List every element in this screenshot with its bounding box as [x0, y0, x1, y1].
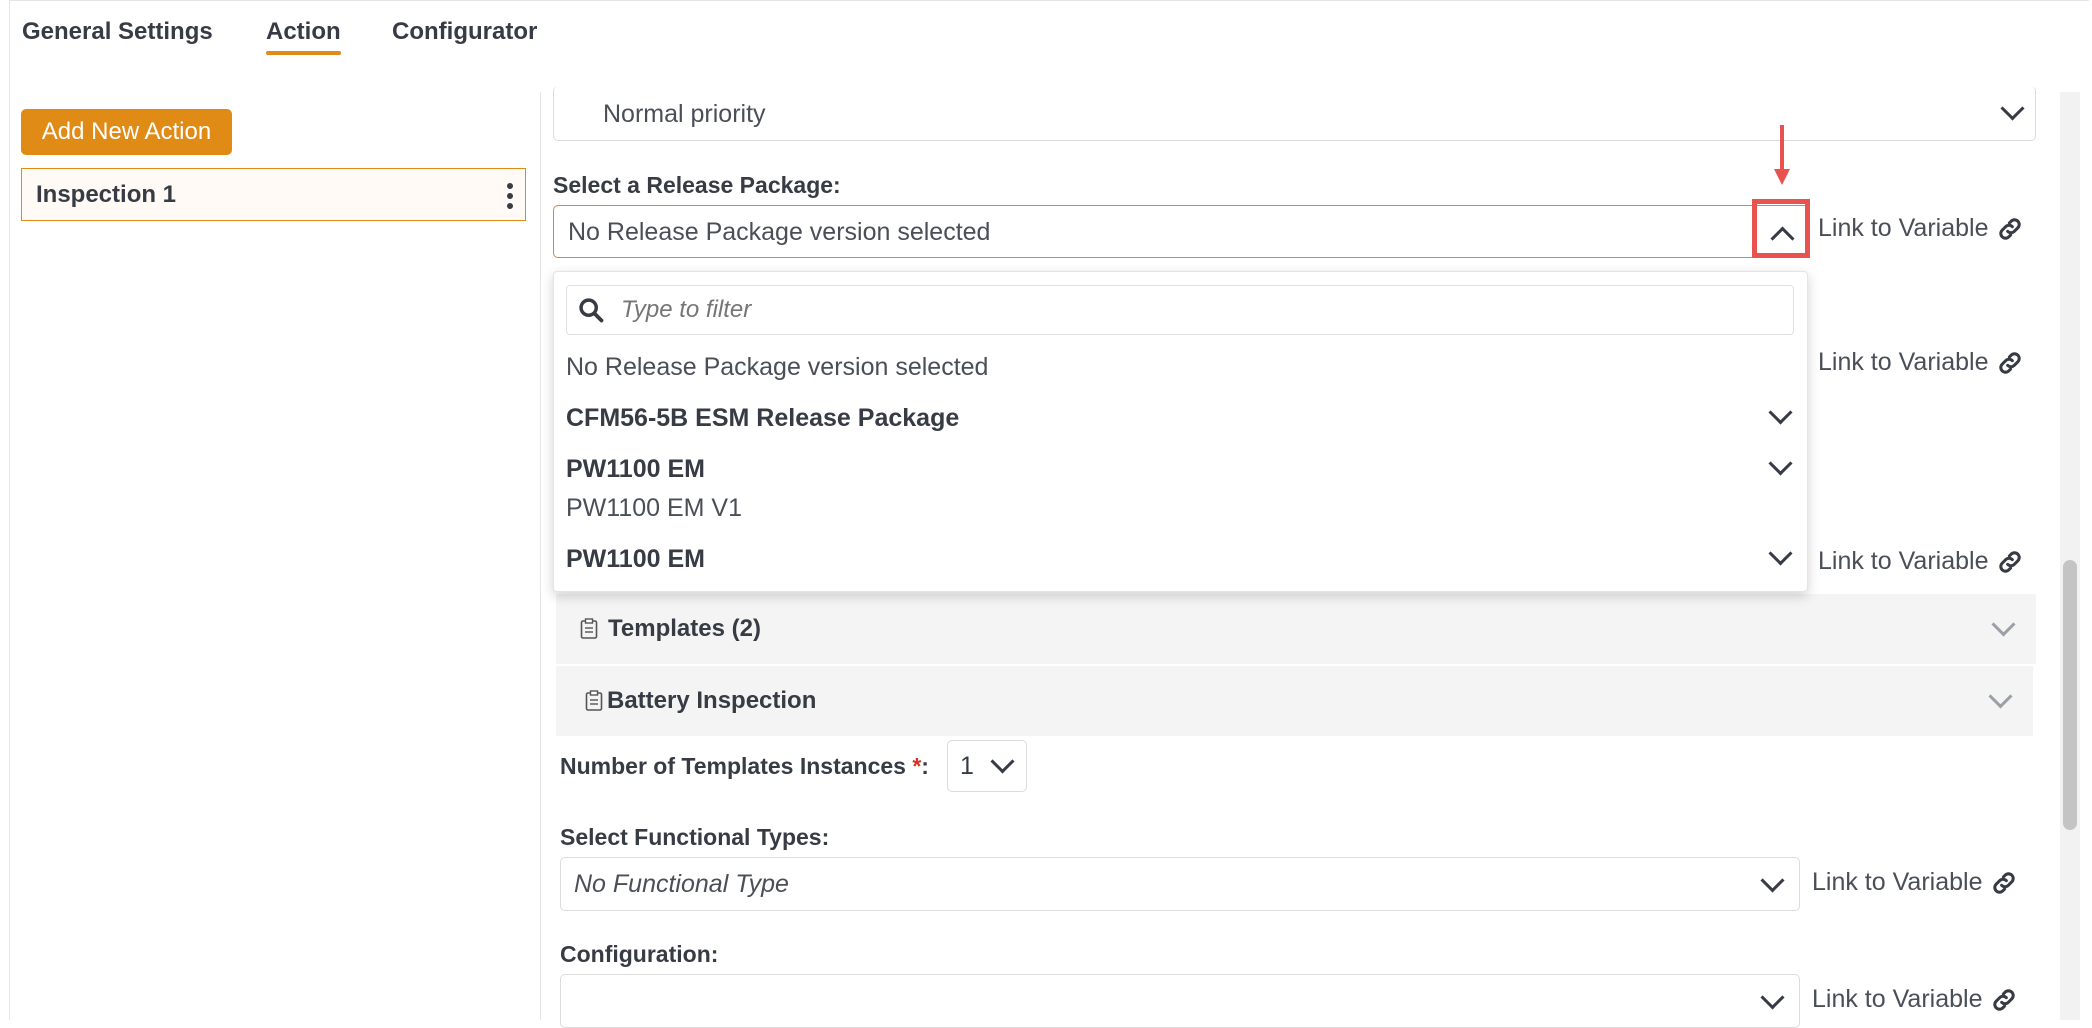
tab-general-settings[interactable]: General Settings — [22, 18, 213, 46]
clipboard-icon — [580, 618, 598, 639]
template-instances-text: Number of Templates Instances — [560, 753, 906, 779]
link-icon — [1993, 871, 2016, 894]
link-label: Link to Variable — [1818, 547, 1989, 575]
release-package-link-to-variable[interactable]: Link to Variable — [1818, 214, 2024, 243]
release-package-label: Select a Release Package: — [553, 172, 841, 198]
chevron-down-icon — [1760, 868, 1785, 893]
annotation-arrow-icon — [1774, 125, 1790, 185]
release-package-select[interactable]: No Release Package version selected — [553, 205, 1809, 258]
dropdown-group-cfm56[interactable]: CFM56-5B ESM Release Package — [566, 404, 959, 433]
link-icon — [1993, 988, 2016, 1011]
chevron-down-icon — [990, 749, 1015, 774]
panel-divider — [540, 92, 541, 1020]
template-instances-select[interactable]: 1 — [947, 740, 1027, 792]
chevron-down-icon — [1991, 612, 2016, 637]
link-icon — [1999, 217, 2022, 240]
required-mark: * — [912, 753, 922, 779]
scrollbar-track[interactable] — [2060, 92, 2080, 1020]
add-new-action-button[interactable]: Add New Action — [21, 109, 232, 155]
dropdown-option[interactable]: No Release Package version selected — [566, 353, 988, 382]
search-icon — [579, 298, 604, 323]
chevron-down-icon — [1988, 684, 2013, 709]
priority-value: Normal priority — [603, 100, 766, 128]
scrollbar-thumb[interactable] — [2063, 560, 2077, 830]
configuration-label: Configuration: — [560, 941, 719, 967]
chevron-down-icon — [1760, 985, 1785, 1010]
active-tab-indicator — [266, 51, 341, 55]
priority-select[interactable]: Normal priority — [553, 86, 2036, 141]
link-label: Link to Variable — [1818, 214, 1989, 242]
accordion-title: Battery Inspection — [607, 687, 817, 714]
functional-types-link-to-variable[interactable]: Link to Variable — [1812, 868, 2018, 897]
tab-configurator[interactable]: Configurator — [392, 18, 537, 46]
clipboard-icon — [585, 690, 603, 711]
hidden-link-to-variable-2[interactable]: Link to Variable — [1818, 547, 2024, 576]
filter-field[interactable] — [566, 285, 1794, 335]
template-instances-value: 1 — [960, 752, 974, 780]
action-list-item[interactable]: Inspection 1 — [21, 168, 526, 221]
accordion-title: Templates (2) — [608, 615, 761, 642]
tab-action[interactable]: Action — [266, 18, 341, 46]
functional-types-value: No Functional Type — [574, 870, 789, 898]
template-instances-label: Number of Templates Instances *: — [560, 753, 929, 780]
link-label: Link to Variable — [1818, 348, 1989, 376]
configuration-link-to-variable[interactable]: Link to Variable — [1812, 985, 2018, 1014]
link-label: Link to Variable — [1812, 868, 1983, 896]
kebab-menu-icon[interactable] — [507, 183, 513, 209]
accordion-battery-inspection[interactable]: Battery Inspection — [556, 666, 2033, 736]
link-icon — [1999, 550, 2022, 573]
dropdown-group-pw1100[interactable]: PW1100 EM — [566, 455, 705, 484]
dropdown-group-pw1100[interactable]: PW1100 EM — [566, 545, 705, 574]
chevron-down-icon — [2000, 96, 2025, 121]
highlight-box — [1752, 199, 1810, 258]
release-package-value: No Release Package version selected — [568, 218, 991, 246]
label-colon: : — [921, 753, 929, 779]
link-icon — [1999, 351, 2022, 374]
accordion-templates[interactable]: Templates (2) — [556, 594, 2036, 664]
link-label: Link to Variable — [1812, 985, 1983, 1013]
action-item-label: Inspection 1 — [36, 180, 177, 208]
filter-input[interactable] — [619, 295, 1723, 325]
hidden-link-to-variable-1[interactable]: Link to Variable — [1818, 348, 2024, 377]
functional-types-select[interactable]: No Functional Type — [560, 857, 1800, 911]
functional-types-label: Select Functional Types: — [560, 824, 830, 850]
dropdown-option[interactable]: PW1100 EM V1 — [566, 494, 742, 523]
